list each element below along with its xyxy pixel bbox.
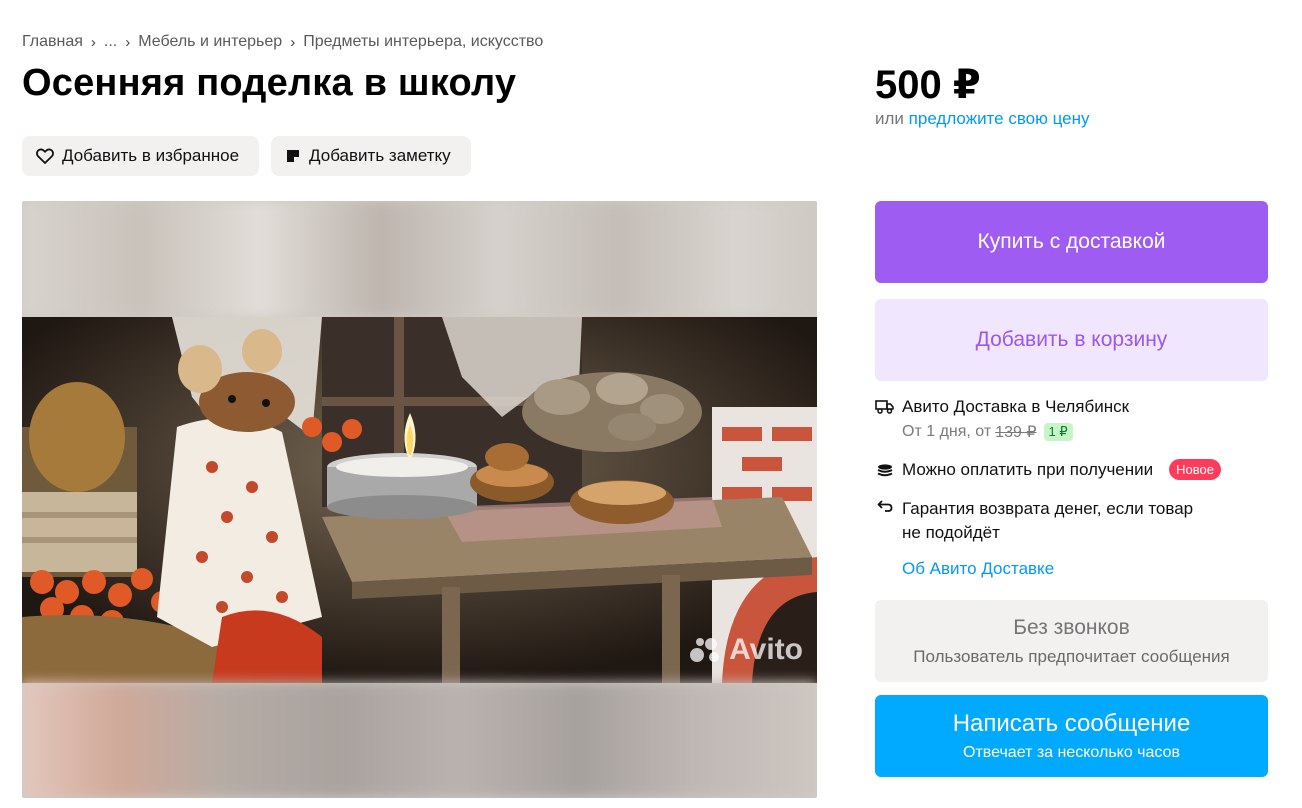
add-note-label: Добавить заметку xyxy=(309,146,451,165)
add-to-favorites-label: Добавить в избранное xyxy=(62,146,240,165)
price: 500 ₽ xyxy=(875,63,981,107)
delivery-old-price: 139 ₽ xyxy=(995,424,1037,441)
heart-icon xyxy=(36,148,54,164)
delivery-info: Авито Доставка в Челябинск От 1 дня, от … xyxy=(875,397,1129,442)
avito-watermark-text: Avito xyxy=(729,633,803,666)
gallery-blur-bottom xyxy=(22,682,817,798)
chevron-right-icon: › xyxy=(290,33,296,51)
write-message-subtitle: Отвечает за несколько часов xyxy=(963,744,1180,761)
coins-icon xyxy=(875,461,894,479)
return-arrow-icon xyxy=(875,497,894,513)
no-calls-button[interactable]: Без звонков Пользователь предпочитает со… xyxy=(875,600,1268,682)
buy-with-delivery-label: Купить с доставкой xyxy=(977,230,1166,253)
avito-logo-icon xyxy=(689,636,725,664)
breadcrumb-furniture[interactable]: Мебель и интерьер xyxy=(138,33,282,51)
guarantee-line-1: Гарантия возврата денег, если товар xyxy=(902,499,1194,518)
listing-photo[interactable]: Avito xyxy=(22,317,817,683)
guarantee-line-2: не подойдёт xyxy=(902,523,1000,542)
no-calls-subtitle: Пользователь предпочитает сообщения xyxy=(913,646,1230,666)
add-to-favorites-button[interactable]: Добавить в избранное xyxy=(22,136,260,176)
breadcrumb: Главная › ... › Мебель и интерьер › Пред… xyxy=(22,33,543,51)
about-avito-delivery-link[interactable]: Об Авито Доставке xyxy=(902,559,1054,579)
offer-prefix: или xyxy=(875,109,904,128)
delivery-time-prefix: От 1 дня, от xyxy=(902,423,992,440)
gallery-blur-top xyxy=(22,201,817,317)
add-to-cart-label: Добавить в корзину xyxy=(975,328,1168,351)
delivery-time: От 1 дня, от 139 ₽ 1 ₽ xyxy=(902,422,1129,442)
breadcrumb-interior-items[interactable]: Предметы интерьера, искусство xyxy=(303,33,543,51)
chevron-right-icon: › xyxy=(125,33,131,51)
price-offer: или предложите свою цену xyxy=(875,109,1090,129)
delivery-discount-price: 1 ₽ xyxy=(1043,423,1073,441)
photo-gallery[interactable]: Avito xyxy=(22,201,817,798)
breadcrumb-home[interactable]: Главная xyxy=(22,33,83,51)
avito-watermark: Avito xyxy=(689,633,803,667)
new-badge: Новое xyxy=(1169,459,1221,480)
add-note-button[interactable]: Добавить заметку xyxy=(271,136,471,176)
write-message-title: Написать сообщение xyxy=(952,710,1191,737)
payment-info: Можно оплатить при получении Новое xyxy=(875,459,1221,480)
breadcrumb-ellipsis[interactable]: ... xyxy=(104,33,117,51)
page-title: Осенняя поделка в школу xyxy=(22,62,517,104)
listing-actions: Добавить в избранное Добавить заметку xyxy=(22,136,471,176)
add-to-cart-button[interactable]: Добавить в корзину xyxy=(875,299,1268,381)
delivery-title: Авито Доставка в Челябинск xyxy=(902,397,1130,416)
note-icon xyxy=(285,148,301,164)
guarantee-info: Гарантия возврата денег, если товар не п… xyxy=(875,497,1193,545)
truck-icon xyxy=(875,397,894,414)
no-calls-title: Без звонков xyxy=(1013,615,1130,639)
suggest-price-link[interactable]: предложите свою цену xyxy=(909,109,1090,128)
pay-on-receipt-text: Можно оплатить при получении xyxy=(902,459,1154,479)
write-message-button[interactable]: Написать сообщение Отвечает за несколько… xyxy=(875,695,1268,777)
buy-with-delivery-button[interactable]: Купить с доставкой xyxy=(875,201,1268,283)
chevron-right-icon: › xyxy=(90,33,96,51)
